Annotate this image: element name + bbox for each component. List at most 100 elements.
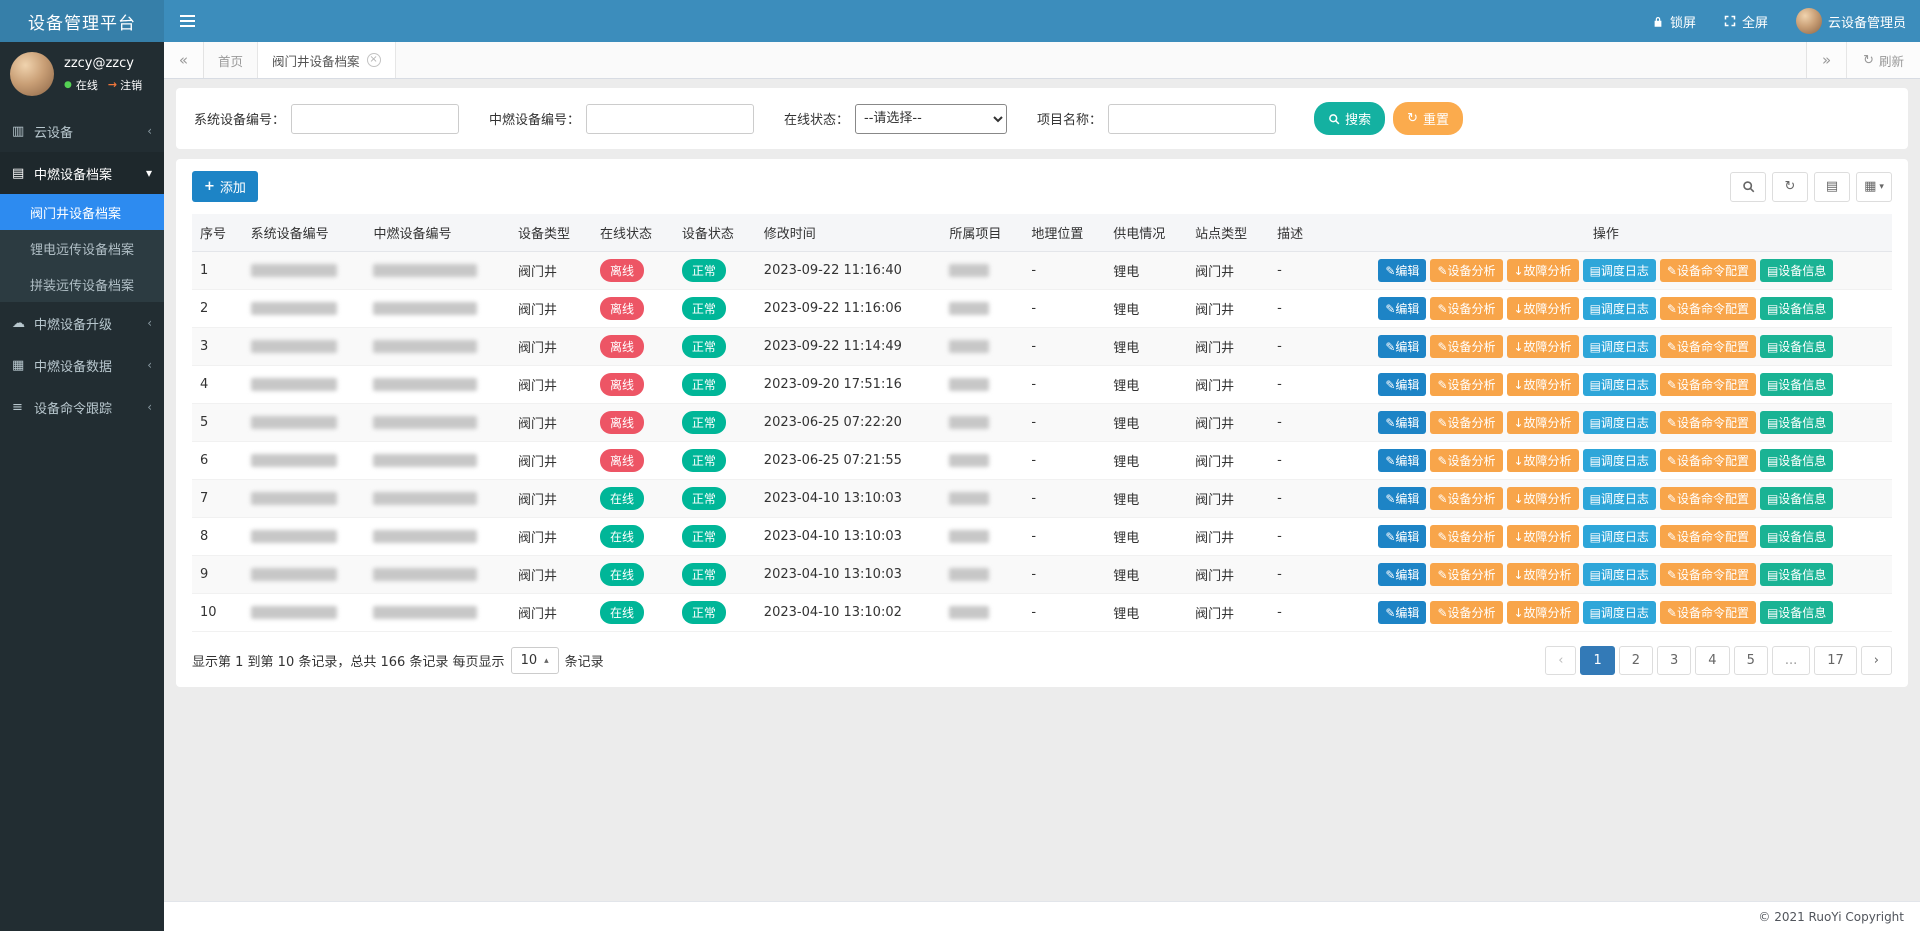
sidebar-item-device-upgrade[interactable]: ☁ 中燃设备升级 ‹ [0, 302, 164, 344]
page-button[interactable]: 4 [1695, 646, 1729, 675]
device-command-config-button[interactable]: ✎设备命令配置 [1660, 487, 1756, 510]
sidebar-item-device-data[interactable]: ▦ 中燃设备数据 ‹ [0, 344, 164, 386]
page-button[interactable]: 17 [1814, 646, 1857, 675]
dispatch-log-button[interactable]: ▤调度日志 [1583, 335, 1656, 358]
dispatch-log-button[interactable]: ▤调度日志 [1583, 373, 1656, 396]
dispatch-log-button[interactable]: ▤调度日志 [1583, 601, 1656, 624]
dispatch-log-button[interactable]: ▤调度日志 [1583, 487, 1656, 510]
device-command-config-button[interactable]: ✎设备命令配置 [1660, 601, 1756, 624]
device-analysis-button[interactable]: ✎设备分析 [1430, 449, 1502, 472]
device-info-button[interactable]: ▤设备信息 [1760, 525, 1833, 548]
fault-analysis-button[interactable]: ↓故障分析 [1507, 373, 1579, 396]
tab-refresh-button[interactable]: ↻ 刷新 [1846, 42, 1920, 78]
sidebar-toggle-button[interactable] [164, 0, 210, 42]
next-page-button[interactable]: › [1861, 646, 1892, 675]
page-button[interactable]: 2 [1619, 646, 1653, 675]
sidebar-item-assembled-remote-archive[interactable]: 拼装远传设备档案 [0, 266, 164, 302]
fault-analysis-button[interactable]: ↓故障分析 [1507, 411, 1579, 434]
columns-dropdown-button[interactable]: ▦▾ [1856, 172, 1892, 202]
device-command-config-button[interactable]: ✎设备命令配置 [1660, 335, 1756, 358]
tab-valve-well-archive[interactable]: 阀门井设备档案 × [258, 42, 396, 78]
device-info-button[interactable]: ▤设备信息 [1760, 297, 1833, 320]
edit-button[interactable]: ✎编辑 [1378, 525, 1426, 548]
fault-analysis-button[interactable]: ↓故障分析 [1507, 563, 1579, 586]
device-analysis-button[interactable]: ✎设备分析 [1430, 297, 1502, 320]
device-command-config-button[interactable]: ✎设备命令配置 [1660, 525, 1756, 548]
dispatch-log-button[interactable]: ▤调度日志 [1583, 563, 1656, 586]
tabs-scroll-left-button[interactable]: « [164, 42, 204, 78]
edit-button[interactable]: ✎编辑 [1378, 411, 1426, 434]
device-analysis-button[interactable]: ✎设备分析 [1430, 373, 1502, 396]
device-analysis-button[interactable]: ✎设备分析 [1430, 601, 1502, 624]
sidebar-item-command-tracking[interactable]: ≡ 设备命令跟踪 ‹ [0, 386, 164, 428]
device-analysis-button[interactable]: ✎设备分析 [1430, 563, 1502, 586]
device-command-config-button[interactable]: ✎设备命令配置 [1660, 373, 1756, 396]
fault-analysis-button[interactable]: ↓故障分析 [1507, 601, 1579, 624]
toggle-search-button[interactable] [1730, 172, 1766, 202]
device-analysis-button[interactable]: ✎设备分析 [1430, 335, 1502, 358]
logout-link[interactable]: → 注销 [108, 77, 142, 93]
tabs-scroll-right-button[interactable]: » [1806, 42, 1846, 78]
online-status-select[interactable]: --请选择-- [855, 104, 1007, 134]
device-command-config-button[interactable]: ✎设备命令配置 [1660, 411, 1756, 434]
dispatch-log-button[interactable]: ▤调度日志 [1583, 449, 1656, 472]
device-analysis-button[interactable]: ✎设备分析 [1430, 525, 1502, 548]
search-button[interactable]: 搜索 [1314, 102, 1385, 135]
device-command-config-button[interactable]: ✎设备命令配置 [1660, 297, 1756, 320]
page-size-dropdown[interactable]: 10 ▴ [511, 647, 559, 674]
fault-analysis-button[interactable]: ↓故障分析 [1507, 449, 1579, 472]
fault-analysis-button[interactable]: ↓故障分析 [1507, 335, 1579, 358]
edit-button[interactable]: ✎编辑 [1378, 449, 1426, 472]
sys-device-no-input[interactable] [291, 104, 459, 134]
edit-button[interactable]: ✎编辑 [1378, 563, 1426, 586]
device-info-button[interactable]: ▤设备信息 [1760, 335, 1833, 358]
sidebar-item-lithium-remote-archive[interactable]: 锂电远传设备档案 [0, 230, 164, 266]
fault-analysis-button[interactable]: ↓故障分析 [1507, 259, 1579, 282]
sidebar-item-valve-well-archive[interactable]: 阀门井设备档案 [0, 194, 164, 230]
page-button[interactable]: ... [1772, 646, 1810, 675]
project-name-input[interactable] [1108, 104, 1276, 134]
device-info-button[interactable]: ▤设备信息 [1760, 411, 1833, 434]
device-analysis-button[interactable]: ✎设备分析 [1430, 487, 1502, 510]
edit-button[interactable]: ✎编辑 [1378, 259, 1426, 282]
device-command-config-button[interactable]: ✎设备命令配置 [1660, 259, 1756, 282]
tab-close-icon[interactable]: × [367, 53, 381, 67]
device-command-config-button[interactable]: ✎设备命令配置 [1660, 449, 1756, 472]
device-info-button[interactable]: ▤设备信息 [1760, 563, 1833, 586]
user-menu-button[interactable]: 云设备管理员 [1782, 0, 1920, 42]
device-analysis-button[interactable]: ✎设备分析 [1430, 411, 1502, 434]
edit-button[interactable]: ✎编辑 [1378, 297, 1426, 320]
gas-device-no-input[interactable] [586, 104, 754, 134]
fullscreen-button[interactable]: 全屏 [1710, 0, 1782, 42]
lock-screen-button[interactable]: 锁屏 [1638, 0, 1710, 42]
dispatch-log-button[interactable]: ▤调度日志 [1583, 525, 1656, 548]
toggle-view-button[interactable]: ▤ [1814, 172, 1850, 202]
edit-button[interactable]: ✎编辑 [1378, 335, 1426, 358]
refresh-table-button[interactable]: ↻ [1772, 172, 1808, 202]
device-info-button[interactable]: ▤设备信息 [1760, 373, 1833, 396]
edit-button[interactable]: ✎编辑 [1378, 601, 1426, 624]
page-button[interactable]: 1 [1580, 646, 1614, 675]
device-info-button[interactable]: ▤设备信息 [1760, 487, 1833, 510]
device-info-button[interactable]: ▤设备信息 [1760, 259, 1833, 282]
sidebar-item-cloud-device[interactable]: ▥ 云设备 ‹ [0, 110, 164, 152]
sidebar-item-gas-device-archive[interactable]: ▤ 中燃设备档案 ▾ [0, 152, 164, 194]
dispatch-log-button[interactable]: ▤调度日志 [1583, 297, 1656, 320]
page-button[interactable]: 3 [1657, 646, 1691, 675]
dispatch-log-button[interactable]: ▤调度日志 [1583, 411, 1656, 434]
device-info-button[interactable]: ▤设备信息 [1760, 601, 1833, 624]
dispatch-log-button[interactable]: ▤调度日志 [1583, 259, 1656, 282]
device-analysis-button[interactable]: ✎设备分析 [1430, 259, 1502, 282]
add-button[interactable]: + 添加 [192, 171, 258, 202]
reset-button[interactable]: ↻ 重置 [1393, 102, 1463, 135]
prev-page-button[interactable]: ‹ [1545, 646, 1576, 675]
tab-home[interactable]: 首页 [204, 42, 258, 78]
page-button[interactable]: 5 [1734, 646, 1768, 675]
device-command-config-button[interactable]: ✎设备命令配置 [1660, 563, 1756, 586]
fault-analysis-button[interactable]: ↓故障分析 [1507, 297, 1579, 320]
device-info-button[interactable]: ▤设备信息 [1760, 449, 1833, 472]
edit-button[interactable]: ✎编辑 [1378, 373, 1426, 396]
edit-button[interactable]: ✎编辑 [1378, 487, 1426, 510]
fault-analysis-button[interactable]: ↓故障分析 [1507, 487, 1579, 510]
fault-analysis-button[interactable]: ↓故障分析 [1507, 525, 1579, 548]
